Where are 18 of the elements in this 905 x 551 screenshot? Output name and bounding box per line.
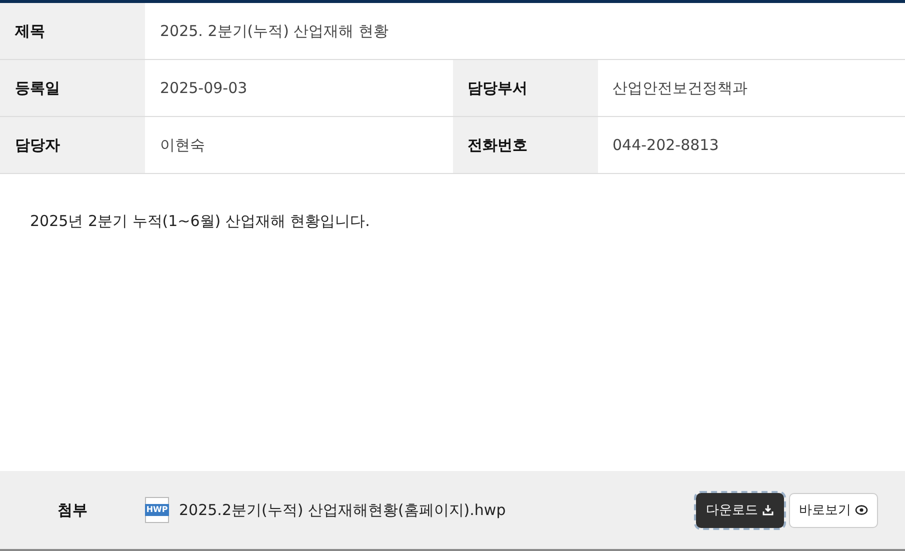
field-label: 제목 [0, 3, 145, 59]
field-label: 담당부서 [452, 60, 598, 116]
download-icon [762, 504, 774, 516]
eye-icon [855, 504, 868, 516]
field-value: 산업안전보건정책과 [612, 78, 748, 98]
field-value: 044-202-8813 [612, 135, 720, 156]
file-name[interactable]: 2025.2분기(누적) 산업재해현황(홈페이지).hwp [179, 500, 506, 520]
attachment-label: 첨부 [56, 500, 88, 520]
field-value: 이현숙 [159, 134, 206, 156]
body-text: 2025년 2분기 누적(1~6월) 산업재해 현황입니다. [30, 212, 371, 231]
download-button[interactable]: 다운로드 [696, 492, 784, 528]
hwp-file-icon: HWP [145, 497, 169, 523]
field-value: 2025-09-03 [159, 78, 248, 99]
field-label: 등록일 [0, 60, 145, 116]
field-label: 담당자 [0, 117, 145, 173]
field-label: 전화번호 [452, 117, 598, 173]
preview-button[interactable]: 바로보기 [789, 492, 878, 528]
title-value: 2025. 2분기(누적) 산업재해 현황 [159, 20, 390, 42]
